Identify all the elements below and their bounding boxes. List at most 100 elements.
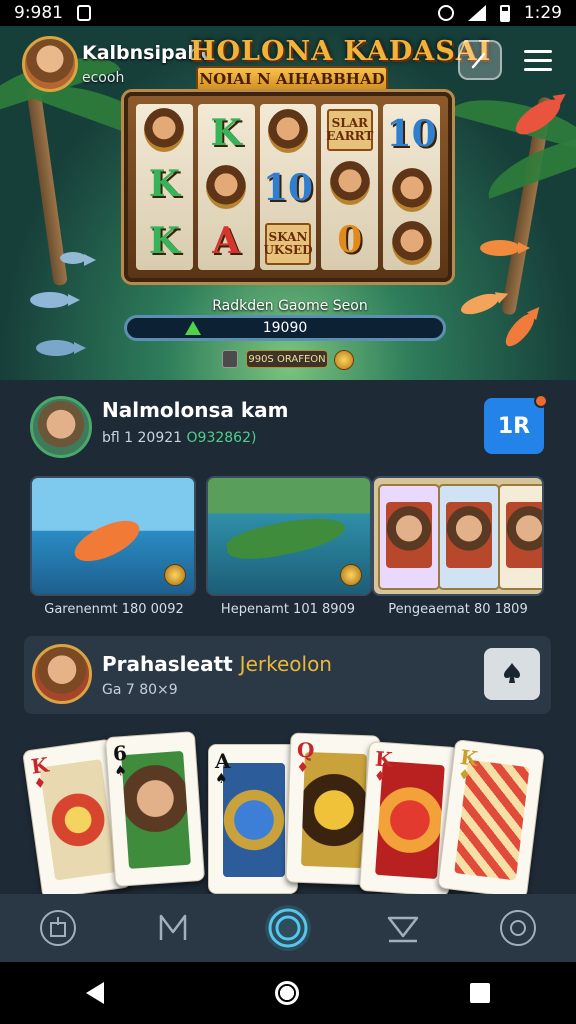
lock-icon bbox=[222, 350, 238, 368]
mini-card bbox=[498, 484, 542, 590]
card-rank: A bbox=[215, 749, 231, 773]
nav-home-button[interactable] bbox=[35, 905, 81, 951]
menu-icon-line bbox=[524, 58, 552, 62]
jackpot-title: Prahasleatt Jerkeolon bbox=[102, 652, 332, 676]
crocodile-illustration bbox=[223, 509, 349, 567]
progress-label: Radkden Gaome Seon bbox=[212, 298, 368, 314]
game-tile-fishing[interactable] bbox=[30, 476, 196, 596]
playing-card[interactable]: 6 ♠ bbox=[104, 731, 206, 887]
game-banner: NOIAI N AIHABBHAD bbox=[196, 66, 388, 92]
jackpot-avatar bbox=[32, 644, 92, 704]
coin-icon bbox=[334, 350, 354, 370]
progress-value: 19090 bbox=[262, 320, 308, 336]
slot-reel: KA bbox=[197, 104, 255, 270]
progress-bar: 19090 bbox=[124, 315, 446, 341]
level-badge[interactable]: 1R bbox=[484, 394, 548, 454]
home-button-icon[interactable] bbox=[274, 981, 299, 1005]
jackpot-title-main: Prahasleatt bbox=[102, 652, 233, 676]
signal-icon bbox=[467, 5, 486, 21]
back-icon[interactable] bbox=[85, 982, 104, 1004]
playing-card[interactable]: K ♦ bbox=[437, 739, 545, 899]
settings-icon bbox=[500, 910, 537, 946]
card-rank: Q bbox=[296, 737, 315, 763]
card-artwork bbox=[39, 759, 117, 881]
status-bar: 9:981 1:29 bbox=[0, 0, 576, 26]
notification-icon bbox=[77, 5, 91, 21]
fish-decoration bbox=[501, 309, 539, 351]
card-artwork bbox=[223, 763, 285, 877]
game-hero-banner[interactable]: Kalbnsipaho ecooh HOLONA KADASAI NOIAI N… bbox=[0, 26, 576, 380]
slot-reel: 10 bbox=[383, 104, 440, 270]
game-tile-croc[interactable] bbox=[206, 476, 372, 596]
game-title: HOLONA KADASAI bbox=[190, 36, 492, 67]
playing-card[interactable]: A ♠ bbox=[208, 744, 298, 894]
spade-icon bbox=[504, 663, 520, 683]
nav-rewards-button[interactable] bbox=[380, 905, 426, 951]
jackpot-subtitle: Ga 7 80×9 bbox=[102, 682, 178, 698]
card-suit-icon: ♦ bbox=[373, 768, 387, 786]
account-meta-prefix: bfl 1 20921 bbox=[102, 430, 183, 446]
account-meta: bfl 1 20921 O932862) bbox=[102, 430, 256, 446]
character-symbol bbox=[206, 164, 247, 209]
tile-caption: Garenenmt 180 0092 bbox=[44, 602, 184, 617]
character-symbol bbox=[267, 109, 308, 153]
recents-icon[interactable] bbox=[470, 983, 491, 1003]
jackpot-title-accent: Jerkeolon bbox=[239, 652, 332, 676]
text-symbol: SLAR EARRT bbox=[326, 109, 373, 151]
jackpot-action-button[interactable] bbox=[484, 648, 540, 700]
character-symbol bbox=[329, 161, 370, 205]
stats-icon bbox=[159, 914, 187, 940]
status-time-right: 1:29 bbox=[523, 3, 562, 23]
card-hand[interactable]: K ♦ 6 ♠ A ♠ Q ♦ K ♦ K ♦ bbox=[21, 730, 548, 900]
card-suit-icon: ♠ bbox=[215, 771, 228, 787]
slot-reel: 10 SKAN UKSED bbox=[259, 104, 317, 270]
edit-button[interactable] bbox=[458, 40, 502, 80]
account-avatar[interactable] bbox=[30, 396, 92, 458]
letter-symbol: K bbox=[148, 220, 181, 263]
card-suit-icon: ♠ bbox=[113, 762, 128, 780]
letter-symbol: A bbox=[212, 220, 241, 263]
account-meta-highlight: O932862) bbox=[186, 430, 257, 446]
battery-icon bbox=[499, 4, 510, 22]
fish-decoration bbox=[458, 289, 502, 319]
fish-illustration bbox=[68, 512, 146, 570]
card-suit-icon: ♦ bbox=[32, 775, 48, 793]
level-badge-label: 1R bbox=[497, 413, 531, 439]
character-symbol bbox=[391, 221, 432, 266]
tile-caption: Hepenamt 101 8909 bbox=[220, 602, 356, 617]
fish-decoration bbox=[30, 292, 80, 308]
letter-symbol: K bbox=[210, 111, 242, 154]
menu-icon-line bbox=[524, 67, 552, 71]
profile-avatar[interactable] bbox=[22, 36, 78, 92]
system-nav-bar bbox=[0, 962, 576, 1024]
character-symbol bbox=[391, 167, 432, 212]
game-tile-cards[interactable] bbox=[372, 476, 544, 596]
character-symbol bbox=[144, 107, 185, 152]
nav-stats-button[interactable] bbox=[150, 905, 196, 951]
mini-card bbox=[438, 484, 500, 590]
nav-spin-button[interactable] bbox=[264, 905, 311, 951]
letter-symbol: 0 bbox=[337, 219, 363, 261]
mini-card bbox=[378, 484, 440, 590]
coin-icon bbox=[164, 564, 186, 586]
notification-dot bbox=[534, 394, 548, 408]
nav-settings-button[interactable] bbox=[495, 905, 541, 951]
letter-symbol: 10 bbox=[262, 167, 314, 209]
status-time-left: 9:981 bbox=[14, 3, 63, 23]
rewards-icon bbox=[387, 916, 419, 943]
account-name: Nalmolonsa kam bbox=[102, 398, 289, 422]
card-suit-icon: ♦ bbox=[296, 759, 310, 777]
menu-button[interactable] bbox=[516, 40, 560, 80]
jackpot-card[interactable]: Prahasleatt Jerkeolon Ga 7 80×9 bbox=[24, 636, 551, 714]
bonus-chip[interactable]: 990S ORAFEON bbox=[246, 350, 328, 368]
bottom-nav bbox=[0, 894, 576, 962]
card-artwork bbox=[300, 751, 367, 869]
slot-reels[interactable]: K K K A 10 SKAN UKSED SLAR EARRT 0 10 bbox=[124, 92, 452, 282]
main-content: Nalmolonsa kam bfl 1 20921 O932862) 1R G… bbox=[0, 380, 576, 900]
slot-reel: KK bbox=[136, 104, 193, 270]
pencil-icon bbox=[471, 52, 486, 69]
card-suit-icon: ♦ bbox=[457, 766, 472, 785]
text-symbol: SKAN UKSED bbox=[263, 223, 313, 265]
tile-caption: Pengeaemat 80 1809 bbox=[388, 602, 528, 617]
letter-symbol: K bbox=[148, 162, 181, 205]
